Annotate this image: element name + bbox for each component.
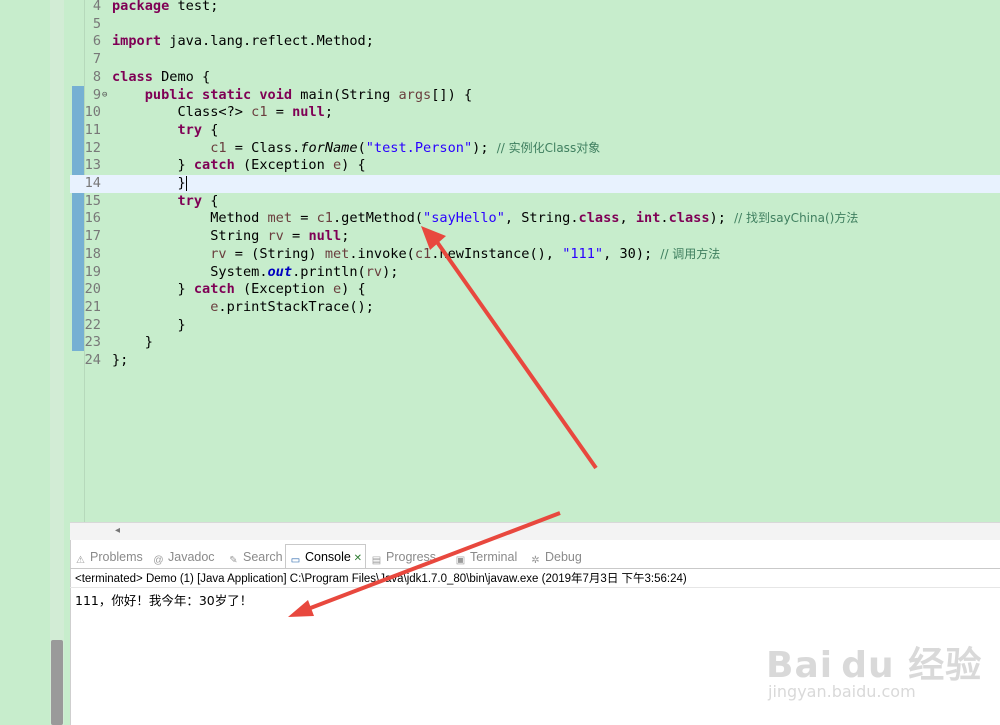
code-line-19[interactable]: 19 System.out.println(rv); [70, 264, 1000, 282]
tab-label: Search [243, 550, 283, 564]
line-number: 6 [92, 33, 101, 50]
debug-icon: ✲ [531, 555, 540, 566]
code-text: System.out.println(rv); [112, 263, 399, 280]
code-line-11[interactable]: 11 try { [70, 122, 1000, 140]
code-text: } [112, 175, 187, 191]
left-scrollbar-thumb[interactable] [51, 640, 63, 725]
code-text: Class<?> c1 = null; [112, 104, 334, 121]
code-line-8[interactable]: 8 class Demo { [70, 69, 1000, 87]
code-line-9[interactable]: 9 ⊖ public static void main(String args[]… [70, 87, 1000, 105]
code-text: Method met = c1.getMethod("sayHello", St… [112, 210, 859, 227]
line-number: 21 [84, 298, 101, 315]
tab-terminal[interactable]: ▣ Terminal [454, 545, 517, 569]
tab-label: Progress [386, 550, 437, 564]
code-line-17[interactable]: 17 String rv = null; [70, 228, 1000, 246]
code-line-21[interactable]: 21 e.printStackTrace(); [70, 299, 1000, 317]
left-scroll-track [50, 0, 64, 725]
tab-javadoc[interactable]: @ Javadoc [152, 545, 215, 569]
tab-label: Terminal [470, 550, 518, 564]
line-number: 8 [92, 68, 101, 85]
console-status: <terminated> Demo (1) [Java Application]… [75, 573, 687, 585]
bottom-panel-tabs: ⚠ Problems @ Javadoc ✎ Search ▭ Console ✕ ▤ Progr… [70, 544, 1000, 569]
tab-label: Debug [545, 550, 582, 564]
scroll-left-icon[interactable]: ◂ [115, 525, 120, 536]
tab-progress[interactable]: ▤ Progress [370, 545, 436, 569]
search-icon: ✎ [229, 555, 238, 566]
code-line-22[interactable]: 22 } [70, 317, 1000, 335]
code-line-14[interactable]: 14 } [70, 175, 1000, 193]
code-line-23[interactable]: 23 } [70, 334, 1000, 352]
code-text: class Demo { [112, 68, 211, 85]
line-number: 22 [84, 316, 101, 333]
line-number: 4 [92, 0, 101, 14]
tabs-divider [70, 568, 1000, 569]
fold-toggle-icon[interactable]: ⊖ [102, 87, 107, 105]
line-number: 19 [84, 263, 101, 280]
line-number: 24 [84, 352, 101, 368]
line-number: 18 [84, 245, 101, 262]
watermark-logo: Bai du 经验 [766, 645, 983, 686]
code-line-24[interactable]: 24}; [70, 352, 1000, 370]
tab-console[interactable]: ▭ Console ✕ [285, 544, 367, 569]
code-line-4[interactable]: 4 package test; [70, 0, 1000, 16]
console-output[interactable]: 111，你好！我今年：30岁了！ [75, 590, 252, 609]
tab-label: Problems [90, 550, 143, 564]
code-line-5[interactable]: 5 [70, 16, 1000, 34]
code-line-15[interactable]: 15 try { [70, 193, 1000, 211]
code-text: rv = (String) met.invoke(c1.newInstance(… [210, 245, 721, 262]
console-icon: ▭ [290, 555, 301, 566]
code-text: try { [177, 192, 219, 209]
code-text: } [112, 334, 153, 351]
line-number: 7 [92, 51, 101, 68]
code-text: import java.lang.reflect.Method; [112, 33, 374, 50]
tab-label: Console [305, 550, 351, 564]
line-number: 23 [84, 334, 101, 351]
problems-icon: ⚠ [76, 555, 85, 566]
code-text: } catch (Exception e) { [112, 281, 366, 298]
code-line-12[interactable]: 12 c1 = Class.forName("test.Person"); //… [70, 140, 1000, 158]
tab-problems[interactable]: ⚠ Problems [74, 545, 143, 569]
watermark-url: jingyan.baidu.com [768, 682, 916, 701]
code-line-6[interactable]: 6 import java.lang.reflect.Method; [70, 33, 1000, 51]
code-text: public static void main(String args[]) { [144, 86, 473, 103]
tab-debug[interactable]: ✲ Debug [529, 545, 582, 569]
status-divider [70, 587, 1000, 588]
line-number: 11 [84, 121, 101, 138]
line-number: 12 [84, 139, 101, 156]
line-number: 20 [84, 281, 101, 298]
line-number: 14 [84, 175, 101, 191]
tab-search[interactable]: ✎ Search [227, 545, 283, 569]
code-line-20[interactable]: 20 } catch (Exception e) { [70, 281, 1000, 299]
line-number: 13 [84, 157, 101, 174]
watermark: Bai du 经验 jingyan.baidu.com [766, 628, 986, 718]
progress-icon: ▤ [371, 555, 382, 566]
code-line-18[interactable]: 18 rv = (String) met.invoke(c1.newInstan… [70, 246, 1000, 264]
code-text: package test; [112, 0, 219, 14]
editor-horizontal-scrollbar[interactable]: ◂ [70, 522, 1000, 541]
javadoc-icon: @ [153, 555, 164, 566]
code-line-16[interactable]: 16 Method met = c1.getMethod("sayHello",… [70, 210, 1000, 228]
line-number: 10 [84, 104, 101, 121]
line-number: 5 [92, 15, 101, 32]
line-number: 9 [92, 86, 101, 103]
code-line-7[interactable]: 7 [70, 51, 1000, 69]
line-number: 16 [84, 210, 101, 227]
code-text: } catch (Exception e) { [112, 157, 366, 174]
code-text: c1 = Class.forName("test.Person"); // 实例… [210, 139, 601, 156]
code-text: e.printStackTrace(); [210, 298, 374, 315]
line-number: 15 [84, 192, 101, 209]
tab-label: Javadoc [168, 550, 215, 564]
code-line-10[interactable]: 10 Class<?> c1 = null; [70, 104, 1000, 122]
code-text: String rv = null; [112, 228, 350, 245]
terminal-icon: ▣ [455, 555, 466, 566]
close-icon[interactable]: ✕ [351, 553, 362, 564]
code-text: } [112, 316, 186, 333]
code-line-13[interactable]: 13 } catch (Exception e) { [70, 157, 1000, 175]
code-text: try { [177, 121, 219, 138]
code-text: }; [112, 352, 129, 368]
line-number: 17 [84, 228, 101, 245]
